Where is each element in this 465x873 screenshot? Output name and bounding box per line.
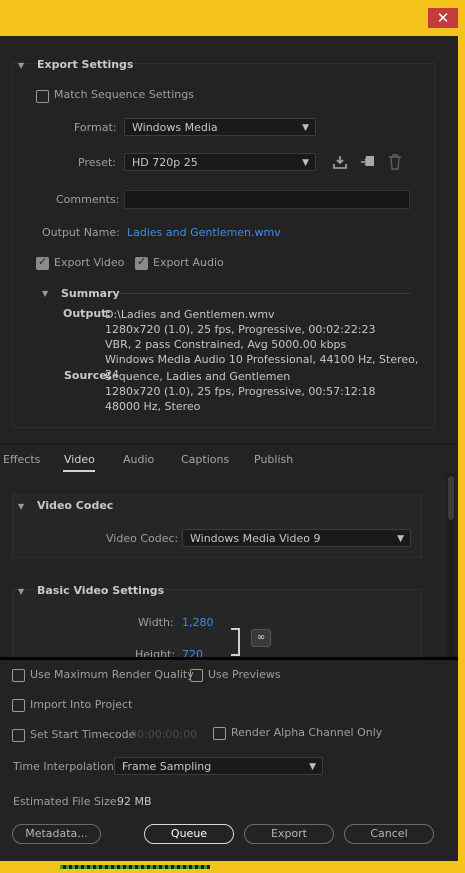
settings-tabs: Effects Video Audio Captions Publish	[0, 444, 458, 476]
video-codec-label: Video Codec:	[106, 532, 179, 545]
export-settings-dialog: ▼ Export Settings Match Sequence Setting…	[0, 36, 458, 861]
height-value[interactable]: 720	[182, 648, 203, 657]
format-select[interactable]: Windows Media ▼	[124, 118, 316, 136]
tab-captions[interactable]: Captions	[181, 453, 229, 466]
time-interpolation-label: Time Interpolation:	[13, 760, 118, 773]
summary-source-line: 48000 Hz, Stereo	[105, 400, 201, 413]
time-interpolation-select[interactable]: Frame Sampling ▼	[114, 757, 323, 775]
summary-collapse-icon[interactable]: ▼	[42, 289, 48, 298]
width-value[interactable]: 1,280	[182, 616, 214, 629]
import-into-project-label: Import Into Project	[30, 698, 133, 711]
aspect-link-bracket	[231, 628, 240, 656]
render-alpha-checkbox[interactable]	[213, 727, 226, 740]
comments-input[interactable]	[124, 190, 410, 209]
video-settings-scroll-area[interactable]: ▼ Video Codec Video Codec: Windows Media…	[0, 474, 458, 657]
cancel-button[interactable]: Cancel	[344, 824, 434, 844]
summary-output-label: Output:	[63, 307, 111, 320]
output-name-link[interactable]: Ladies and Gentlemen.wmv	[127, 226, 281, 239]
summary-output-lines: D:\Ladies and Gentlemen.wmv 1280x720 (1.…	[105, 307, 425, 381]
height-label: Height:	[135, 648, 176, 657]
window-frame-top: ✕	[0, 0, 465, 36]
use-previews-label: Use Previews	[208, 668, 281, 681]
preset-select[interactable]: HD 720p 25 ▼	[124, 153, 316, 171]
match-sequence-checkbox[interactable]	[36, 90, 49, 103]
export-controls: Use Maximum Render Quality Use Previews …	[0, 660, 458, 861]
chevron-down-icon: ▼	[302, 123, 309, 133]
active-tab-indicator	[63, 470, 95, 472]
window-frame-right	[458, 36, 465, 873]
format-label: Format:	[74, 121, 117, 134]
summary-title: Summary	[61, 287, 120, 300]
basic-video-title: Basic Video Settings	[37, 584, 165, 597]
video-codec-value: Windows Media Video 9	[190, 532, 321, 545]
collapse-triangle-icon[interactable]: ▼	[18, 502, 24, 511]
tab-publish[interactable]: Publish	[254, 453, 293, 466]
max-render-quality-checkbox[interactable]	[12, 669, 25, 682]
chevron-down-icon: ▼	[309, 762, 316, 772]
summary-output-line: D:\Ladies and Gentlemen.wmv	[105, 308, 275, 321]
basic-video-section	[12, 589, 422, 657]
scrollbar-thumb[interactable]	[448, 476, 454, 520]
output-name-label: Output Name:	[42, 226, 120, 239]
collapse-triangle-icon[interactable]: ▼	[18, 61, 24, 70]
vertical-scrollbar[interactable]	[447, 474, 455, 657]
summary-source-lines: Sequence, Ladies and Gentlemen 1280x720 …	[105, 369, 425, 414]
export-video-label: Export Video	[54, 256, 125, 269]
width-label: Width:	[138, 616, 174, 629]
link-icon[interactable]: ∞	[251, 629, 271, 647]
export-settings-title: Export Settings	[37, 58, 134, 71]
video-codec-select[interactable]: Windows Media Video 9 ▼	[182, 529, 411, 547]
summary-output-line: 1280x720 (1.0), 25 fps, Progressive, 00:…	[105, 323, 376, 336]
summary-output-line: VBR, 2 pass Constrained, Avg 5000.00 kbp…	[105, 338, 347, 351]
summary-divider	[118, 293, 410, 294]
render-alpha-label: Render Alpha Channel Only	[231, 726, 383, 739]
set-start-timecode-checkbox[interactable]	[12, 729, 25, 742]
format-value: Windows Media	[132, 121, 218, 134]
collapse-triangle-icon[interactable]: ▼	[18, 587, 24, 596]
preset-label: Preset:	[78, 156, 117, 169]
tab-audio[interactable]: Audio	[123, 453, 154, 466]
queue-button[interactable]: Queue	[144, 824, 234, 844]
summary-source-line: 1280x720 (1.0), 25 fps, Progressive, 00:…	[105, 385, 376, 398]
summary-output-line: Windows Media Audio 10 Professional, 441…	[105, 353, 419, 381]
max-render-quality-label: Use Maximum Render Quality	[30, 668, 194, 681]
video-codec-title: Video Codec	[37, 499, 114, 512]
set-start-timecode-label: Set Start Timecode	[30, 728, 136, 741]
save-preset-icon[interactable]	[332, 154, 348, 174]
preset-value: HD 720p 25	[132, 156, 198, 169]
close-button[interactable]: ✕	[428, 8, 458, 28]
tab-effects[interactable]: Effects	[3, 453, 40, 466]
chevron-down-icon: ▼	[302, 158, 309, 168]
metadata-button[interactable]: Metadata...	[12, 824, 101, 844]
start-timecode-field[interactable]: 00:00:00:00	[130, 728, 197, 741]
export-audio-label: Export Audio	[153, 256, 224, 269]
export-video-checkbox[interactable]	[36, 255, 49, 270]
timeline-strip	[60, 865, 210, 869]
window-frame-bottom	[0, 861, 465, 873]
export-button[interactable]: Export	[244, 824, 334, 844]
summary-source-line: Sequence, Ladies and Gentlemen	[105, 370, 291, 383]
time-interpolation-value: Frame Sampling	[122, 760, 212, 773]
trash-icon[interactable]	[388, 154, 402, 174]
estimated-size-value: 92 MB	[117, 795, 152, 808]
chevron-down-icon: ▼	[397, 534, 404, 544]
import-preset-icon[interactable]	[360, 154, 376, 174]
use-previews-checkbox[interactable]	[190, 669, 203, 682]
tab-video[interactable]: Video	[64, 453, 95, 466]
import-into-project-checkbox[interactable]	[12, 699, 25, 712]
comments-label: Comments:	[56, 193, 120, 206]
estimated-size-label: Estimated File Size:	[13, 795, 121, 808]
export-audio-checkbox[interactable]	[135, 255, 148, 270]
match-sequence-label: Match Sequence Settings	[54, 88, 194, 101]
